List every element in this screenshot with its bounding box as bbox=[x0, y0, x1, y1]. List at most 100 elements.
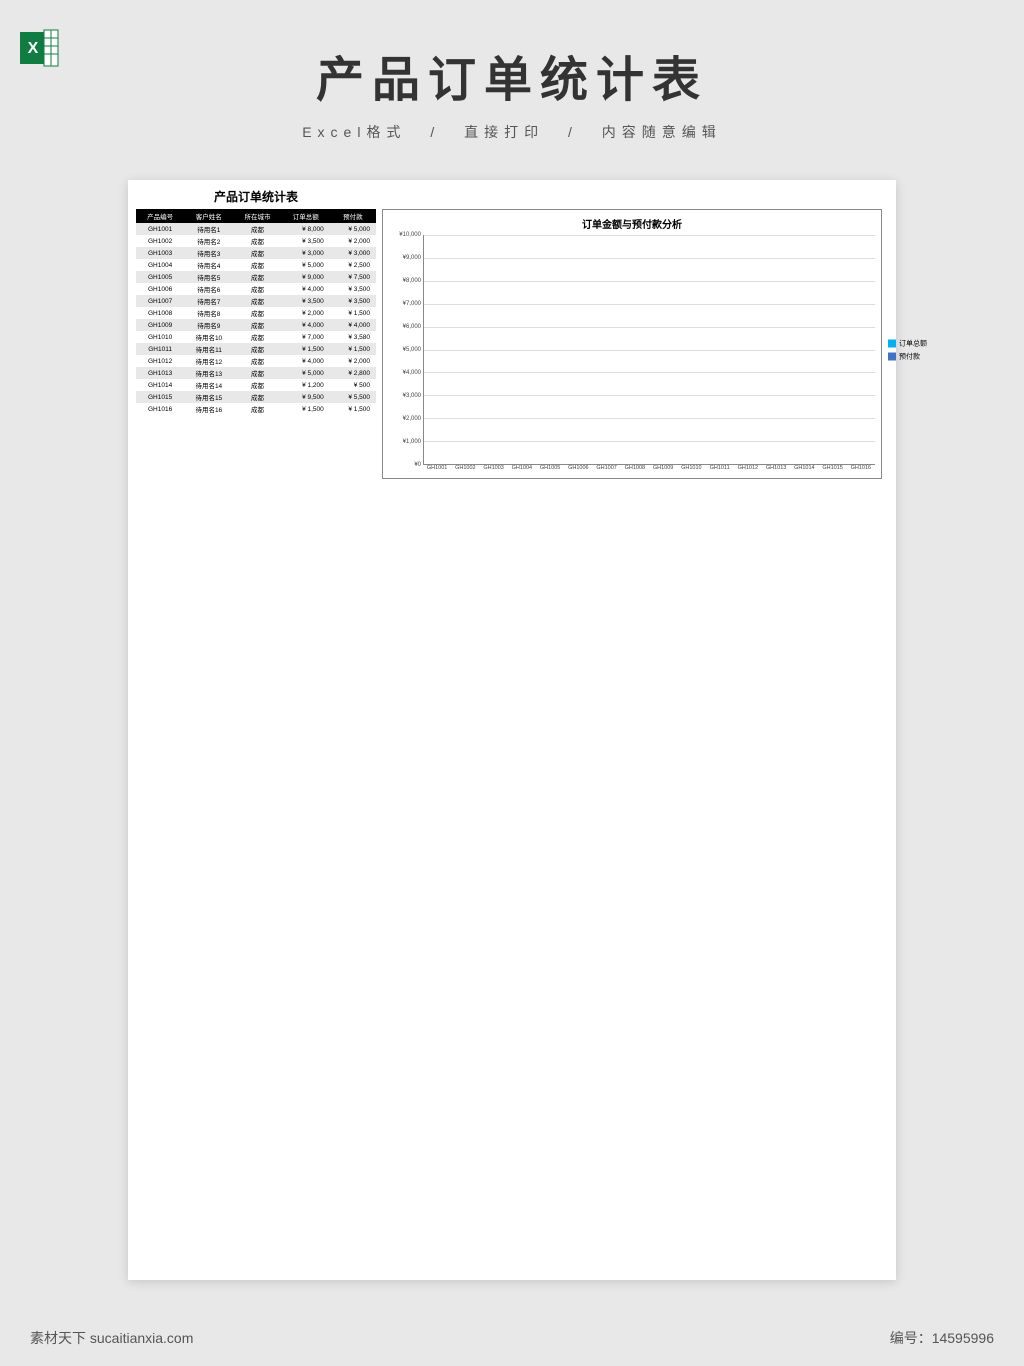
chart-legend: 订单总额 预付款 bbox=[888, 336, 927, 365]
cell-total: ¥ 5,000 bbox=[282, 259, 330, 271]
x-label: GH1012 bbox=[734, 465, 762, 471]
x-label: GH1008 bbox=[621, 465, 649, 471]
grid-line bbox=[424, 327, 875, 328]
chart-container: 订单金额与预付款分析 ¥0¥1,000¥2,000¥3,000¥4,000¥5,… bbox=[382, 209, 882, 479]
sheet-title: 产品订单统计表 bbox=[136, 188, 376, 205]
x-label: GH1004 bbox=[508, 465, 536, 471]
y-tick: ¥10,000 bbox=[399, 232, 421, 238]
x-label: GH1009 bbox=[649, 465, 677, 471]
col-prepaid: 预付款 bbox=[330, 209, 376, 223]
cell-city: 成都 bbox=[233, 391, 281, 403]
cell-name: 待用名13 bbox=[184, 367, 233, 379]
data-table: 产品编号 客户姓名 所在城市 订单总额 预付款 GH1001待用名1成都¥ 8,… bbox=[136, 209, 376, 415]
footer-id: 编号：14595996 bbox=[890, 1328, 994, 1348]
cell-id: GH1003 bbox=[136, 247, 184, 259]
subtitle-part-1: Excel格式 bbox=[302, 124, 406, 140]
cell-name: 待用名9 bbox=[184, 319, 233, 331]
table-row: GH1002待用名2成都¥ 3,500¥ 2,000 bbox=[136, 235, 376, 247]
cell-name: 待用名12 bbox=[184, 355, 233, 367]
cell-prepaid: ¥ 7,500 bbox=[330, 271, 376, 283]
cell-id: GH1002 bbox=[136, 235, 184, 247]
cell-id: GH1005 bbox=[136, 271, 184, 283]
cell-prepaid: ¥ 3,580 bbox=[330, 331, 376, 343]
cell-total: ¥ 1,500 bbox=[282, 403, 330, 415]
legend-swatch-prepaid bbox=[888, 353, 896, 361]
cell-id: GH1008 bbox=[136, 307, 184, 319]
table-row: GH1006待用名6成都¥ 4,000¥ 3,500 bbox=[136, 283, 376, 295]
table-row: GH1014待用名14成都¥ 1,200¥ 500 bbox=[136, 379, 376, 391]
y-tick: ¥8,000 bbox=[403, 278, 421, 284]
footer-source: 素材天下 sucaitianxia.com bbox=[30, 1328, 193, 1348]
y-tick: ¥5,000 bbox=[403, 347, 421, 353]
cell-name: 待用名14 bbox=[184, 379, 233, 391]
cell-total: ¥ 1,200 bbox=[282, 379, 330, 391]
subtitle-part-3: 内容随意编辑 bbox=[602, 124, 722, 140]
cell-city: 成都 bbox=[233, 403, 281, 415]
cell-name: 待用名3 bbox=[184, 247, 233, 259]
document-paper: 产品订单统计表 产品编号 客户姓名 所在城市 订单总额 预付款 GH1001待用… bbox=[128, 180, 896, 1280]
col-total: 订单总额 bbox=[282, 209, 330, 223]
cell-city: 成都 bbox=[233, 367, 281, 379]
y-tick: ¥7,000 bbox=[403, 301, 421, 307]
cell-id: GH1009 bbox=[136, 319, 184, 331]
cell-city: 成都 bbox=[233, 307, 281, 319]
cell-prepaid: ¥ 2,500 bbox=[330, 259, 376, 271]
main-title: 产品订单统计表 bbox=[0, 0, 1024, 110]
y-tick: ¥3,000 bbox=[403, 393, 421, 399]
table-row: GH1013待用名13成都¥ 5,000¥ 2,800 bbox=[136, 367, 376, 379]
cell-city: 成都 bbox=[233, 355, 281, 367]
cell-name: 待用名15 bbox=[184, 391, 233, 403]
cell-name: 待用名5 bbox=[184, 271, 233, 283]
table-row: GH1007待用名7成都¥ 3,500¥ 3,500 bbox=[136, 295, 376, 307]
chart-x-axis: GH1001GH1002GH1003GH1004GH1005GH1006GH10… bbox=[423, 465, 875, 471]
chart-plot-area bbox=[423, 235, 875, 465]
divider: / bbox=[568, 124, 578, 140]
grid-line bbox=[424, 395, 875, 396]
table-row: GH1001待用名1成都¥ 8,000¥ 5,000 bbox=[136, 223, 376, 235]
x-label: GH1007 bbox=[593, 465, 621, 471]
cell-total: ¥ 1,500 bbox=[282, 343, 330, 355]
cell-name: 待用名2 bbox=[184, 235, 233, 247]
y-tick: ¥6,000 bbox=[403, 324, 421, 330]
cell-name: 待用名1 bbox=[184, 223, 233, 235]
cell-id: GH1010 bbox=[136, 331, 184, 343]
table-row: GH1004待用名4成都¥ 5,000¥ 2,500 bbox=[136, 259, 376, 271]
cell-city: 成都 bbox=[233, 247, 281, 259]
table-row: GH1009待用名9成都¥ 4,000¥ 4,000 bbox=[136, 319, 376, 331]
x-label: GH1015 bbox=[819, 465, 847, 471]
y-tick: ¥4,000 bbox=[403, 370, 421, 376]
page-background: X 产品订单统计表 Excel格式 / 直接打印 / 内容随意编辑 产品订单统计… bbox=[0, 0, 1024, 1366]
x-label: GH1006 bbox=[564, 465, 592, 471]
grid-line bbox=[424, 372, 875, 373]
cell-city: 成都 bbox=[233, 223, 281, 235]
y-tick: ¥2,000 bbox=[403, 416, 421, 422]
cell-name: 待用名7 bbox=[184, 295, 233, 307]
cell-total: ¥ 4,000 bbox=[282, 355, 330, 367]
cell-prepaid: ¥ 3,500 bbox=[330, 295, 376, 307]
x-label: GH1011 bbox=[706, 465, 734, 471]
cell-total: ¥ 3,000 bbox=[282, 247, 330, 259]
cell-id: GH1015 bbox=[136, 391, 184, 403]
table-row: GH1011待用名11成都¥ 1,500¥ 1,500 bbox=[136, 343, 376, 355]
table-row: GH1010待用名10成都¥ 7,000¥ 3,580 bbox=[136, 331, 376, 343]
col-id: 产品编号 bbox=[136, 209, 184, 223]
chart-y-axis: ¥0¥1,000¥2,000¥3,000¥4,000¥5,000¥6,000¥7… bbox=[389, 235, 423, 465]
cell-prepaid: ¥ 2,800 bbox=[330, 367, 376, 379]
cell-city: 成都 bbox=[233, 343, 281, 355]
table-row: GH1016待用名16成都¥ 1,500¥ 1,500 bbox=[136, 403, 376, 415]
cell-prepaid: ¥ 3,500 bbox=[330, 283, 376, 295]
cell-name: 待用名11 bbox=[184, 343, 233, 355]
chart-title: 订单金额与预付款分析 bbox=[389, 216, 875, 231]
cell-id: GH1013 bbox=[136, 367, 184, 379]
table-row: GH1005待用名5成都¥ 9,000¥ 7,500 bbox=[136, 271, 376, 283]
col-name: 客户姓名 bbox=[184, 209, 233, 223]
x-label: GH1013 bbox=[762, 465, 790, 471]
cell-city: 成都 bbox=[233, 331, 281, 343]
excel-icon: X bbox=[20, 28, 60, 68]
cell-name: 待用名10 bbox=[184, 331, 233, 343]
cell-prepaid: ¥ 5,000 bbox=[330, 223, 376, 235]
cell-total: ¥ 4,000 bbox=[282, 283, 330, 295]
legend-swatch-total bbox=[888, 340, 896, 348]
x-label: GH1005 bbox=[536, 465, 564, 471]
x-label: GH1002 bbox=[451, 465, 479, 471]
